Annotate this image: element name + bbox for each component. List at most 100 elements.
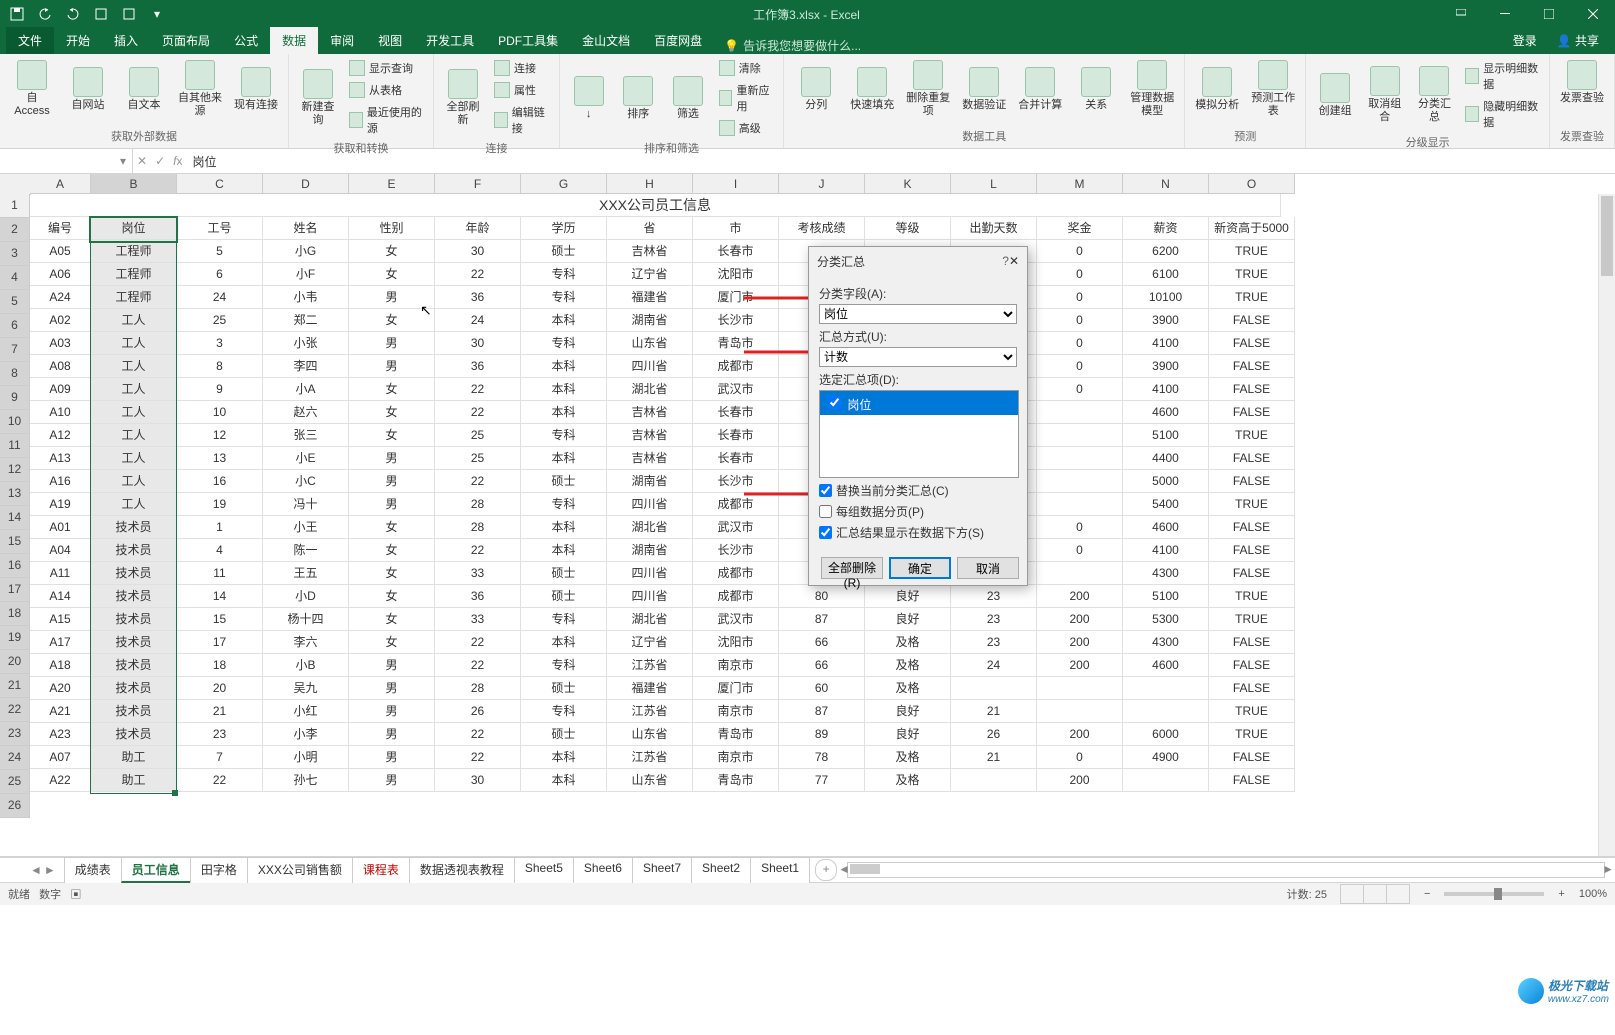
- column-header[interactable]: G: [521, 174, 607, 194]
- ribbon-tab-0[interactable]: 文件: [6, 27, 54, 54]
- ribbon-small-button[interactable]: 清除: [715, 58, 777, 78]
- ribbon-small-button[interactable]: 属性: [490, 80, 553, 100]
- data-cell[interactable]: 女: [349, 608, 435, 631]
- data-cell[interactable]: 辽宁省: [607, 631, 693, 654]
- column-header[interactable]: J: [779, 174, 865, 194]
- row-header[interactable]: 23: [0, 722, 30, 746]
- sheet-tab[interactable]: Sheet7: [632, 857, 692, 883]
- data-cell[interactable]: 28: [435, 493, 521, 516]
- data-cell[interactable]: 25: [435, 424, 521, 447]
- row-header[interactable]: 10: [0, 410, 30, 434]
- data-cell[interactable]: 22: [435, 723, 521, 746]
- row-header[interactable]: 14: [0, 506, 30, 530]
- data-cell[interactable]: 南京市: [693, 654, 779, 677]
- data-cell[interactable]: FALSE: [1209, 309, 1295, 332]
- data-cell[interactable]: A10: [30, 401, 91, 424]
- data-cell[interactable]: 成都市: [693, 493, 779, 516]
- data-cell[interactable]: 4300: [1123, 631, 1209, 654]
- data-cell[interactable]: 四川省: [607, 355, 693, 378]
- minimize-icon[interactable]: [1483, 0, 1527, 28]
- data-cell[interactable]: 男: [349, 677, 435, 700]
- maximize-icon[interactable]: [1527, 0, 1571, 28]
- items-listbox[interactable]: 岗位: [819, 390, 1019, 478]
- data-cell[interactable]: A07: [30, 746, 91, 769]
- column-header[interactable]: D: [263, 174, 349, 194]
- data-cell[interactable]: 本科: [521, 516, 607, 539]
- data-cell[interactable]: 22: [435, 539, 521, 562]
- pagebreak-checkbox[interactable]: [819, 505, 832, 518]
- data-cell[interactable]: FALSE: [1209, 470, 1295, 493]
- share-link[interactable]: 👤 共享: [1547, 27, 1609, 54]
- data-cell[interactable]: [951, 769, 1037, 792]
- header-cell[interactable]: 岗位: [91, 217, 177, 240]
- data-cell[interactable]: 长沙市: [693, 539, 779, 562]
- header-cell[interactable]: 等级: [865, 217, 951, 240]
- data-cell[interactable]: 男: [349, 746, 435, 769]
- data-cell[interactable]: 硕士: [521, 585, 607, 608]
- data-cell[interactable]: 24: [177, 286, 263, 309]
- data-cell[interactable]: 男: [349, 493, 435, 516]
- data-cell[interactable]: 专科: [521, 608, 607, 631]
- below-checkbox[interactable]: [819, 526, 832, 539]
- data-cell[interactable]: 21: [951, 746, 1037, 769]
- data-cell[interactable]: 23: [177, 723, 263, 746]
- data-cell[interactable]: 助工: [91, 746, 177, 769]
- zoom-slider[interactable]: [1444, 892, 1544, 896]
- data-cell[interactable]: 陈一: [263, 539, 349, 562]
- data-cell[interactable]: 200: [1037, 654, 1123, 677]
- data-cell[interactable]: 3: [177, 332, 263, 355]
- data-cell[interactable]: 女: [349, 539, 435, 562]
- data-cell[interactable]: 及格: [865, 654, 951, 677]
- data-cell[interactable]: 工人: [91, 447, 177, 470]
- sheet-tab[interactable]: Sheet2: [691, 857, 751, 883]
- row-header[interactable]: 11: [0, 434, 30, 458]
- data-cell[interactable]: 4100: [1123, 332, 1209, 355]
- data-cell[interactable]: [951, 677, 1037, 700]
- column-header[interactable]: K: [865, 174, 951, 194]
- data-cell[interactable]: 8: [177, 355, 263, 378]
- column-header[interactable]: M: [1037, 174, 1123, 194]
- data-cell[interactable]: 22: [435, 401, 521, 424]
- data-cell[interactable]: 24: [951, 654, 1037, 677]
- data-cell[interactable]: A09: [30, 378, 91, 401]
- data-cell[interactable]: [1123, 700, 1209, 723]
- data-cell[interactable]: 4600: [1123, 516, 1209, 539]
- enter-formula-icon[interactable]: ✓: [155, 154, 165, 168]
- data-cell[interactable]: 36: [435, 585, 521, 608]
- data-cell[interactable]: TRUE: [1209, 424, 1295, 447]
- data-cell[interactable]: 赵六: [263, 401, 349, 424]
- ribbon-small-button[interactable]: 高级: [715, 118, 777, 138]
- data-cell[interactable]: 及格: [865, 769, 951, 792]
- ribbon-tab-9[interactable]: PDF工具集: [486, 27, 570, 54]
- data-cell[interactable]: 专科: [521, 700, 607, 723]
- vertical-scrollbar[interactable]: [1598, 194, 1615, 856]
- data-cell[interactable]: TRUE: [1209, 493, 1295, 516]
- data-cell[interactable]: 28: [435, 516, 521, 539]
- data-cell[interactable]: 男: [349, 355, 435, 378]
- data-cell[interactable]: 山东省: [607, 723, 693, 746]
- data-cell[interactable]: 4600: [1123, 401, 1209, 424]
- data-cell[interactable]: 工程师: [91, 263, 177, 286]
- column-headers[interactable]: ABCDEFGHIJKLMNO: [30, 174, 1295, 194]
- data-cell[interactable]: 湖北省: [607, 378, 693, 401]
- data-cell[interactable]: [1037, 677, 1123, 700]
- data-cell[interactable]: 66: [779, 631, 865, 654]
- row-header[interactable]: 12: [0, 458, 30, 482]
- data-cell[interactable]: 成都市: [693, 562, 779, 585]
- data-cell[interactable]: 5100: [1123, 424, 1209, 447]
- column-header[interactable]: H: [607, 174, 693, 194]
- data-cell[interactable]: FALSE: [1209, 355, 1295, 378]
- data-cell[interactable]: 本科: [521, 746, 607, 769]
- data-cell[interactable]: [1037, 424, 1123, 447]
- data-cell[interactable]: 长沙市: [693, 309, 779, 332]
- ribbon-tab-5[interactable]: 数据: [270, 27, 318, 54]
- data-cell[interactable]: FALSE: [1209, 562, 1295, 585]
- ribbon-small-button[interactable]: 重新应用: [715, 80, 777, 116]
- data-cell[interactable]: 山东省: [607, 332, 693, 355]
- row-header[interactable]: 13: [0, 482, 30, 506]
- data-cell[interactable]: 孙七: [263, 769, 349, 792]
- ribbon-button[interactable]: 创建组: [1312, 58, 1358, 132]
- data-cell[interactable]: 18: [177, 654, 263, 677]
- header-cell[interactable]: 工号: [177, 217, 263, 240]
- data-cell[interactable]: A01: [30, 516, 91, 539]
